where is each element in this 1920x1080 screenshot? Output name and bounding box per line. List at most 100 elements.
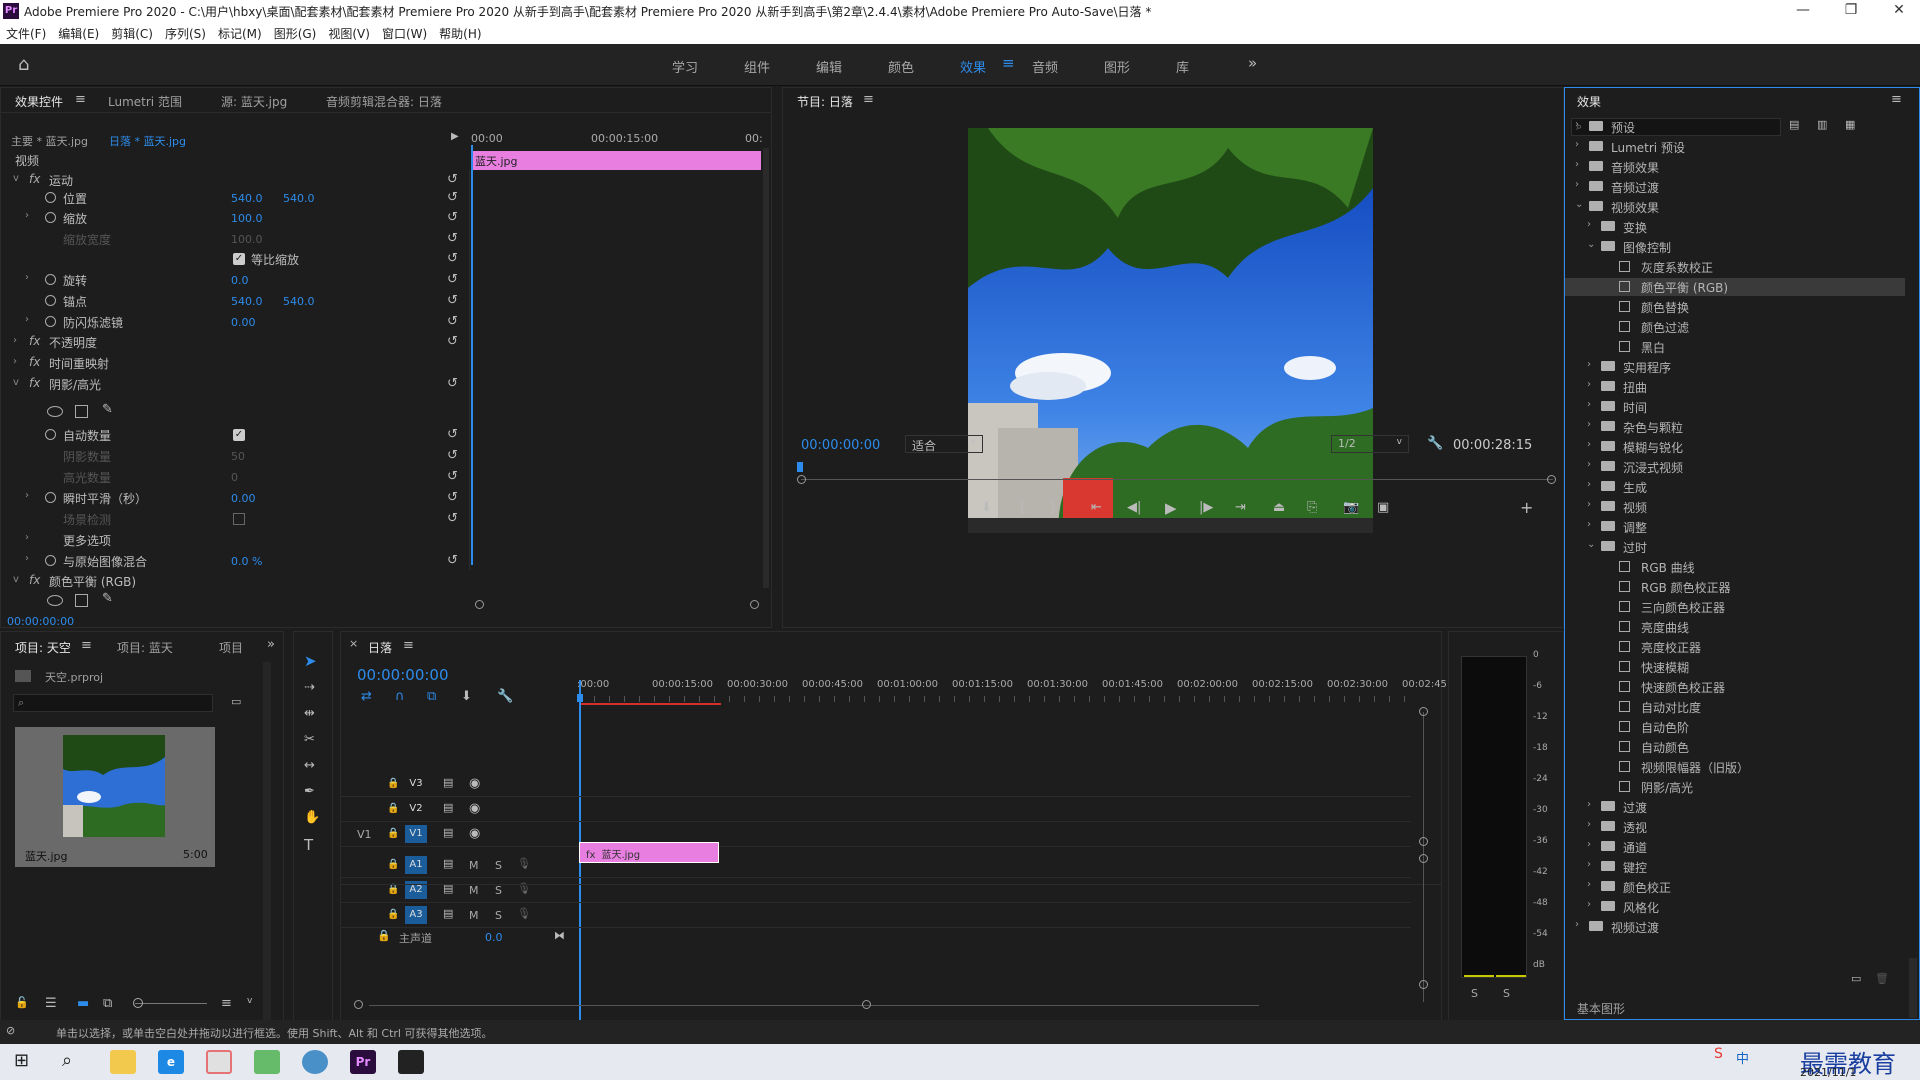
effects-folder[interactable]: › 变换	[1565, 218, 1905, 236]
position-x-value[interactable]: 540.0	[231, 192, 263, 205]
workspace-tab[interactable]: 音频	[1032, 57, 1058, 76]
project-scrollbar[interactable]	[263, 662, 271, 1022]
mark-out-icon[interactable]: }	[1049, 500, 1057, 515]
program-zoom-right[interactable]	[1547, 475, 1556, 484]
stopwatch-icon[interactable]	[45, 555, 56, 566]
disclosure-icon[interactable]: ›	[1575, 919, 1579, 930]
step-forward-icon[interactable]: |▶	[1199, 500, 1213, 515]
disclosure-icon[interactable]: ›	[1575, 139, 1579, 150]
mute-button[interactable]: M	[469, 859, 479, 872]
menu-item[interactable]: 文件(F)	[0, 22, 52, 42]
sync-lock-icon[interactable]: ▤	[443, 857, 453, 870]
effects-folder[interactable]: › 透视	[1565, 818, 1905, 836]
position-y-value[interactable]: 540.0	[283, 192, 315, 205]
stopwatch-icon[interactable]	[45, 492, 56, 503]
reset-icon[interactable]: ↺	[447, 210, 458, 225]
slip-tool-icon[interactable]: ↔	[304, 758, 315, 773]
lock-icon[interactable]: 🔒	[387, 803, 399, 814]
workspace-tab[interactable]: 组件	[744, 57, 770, 76]
go-to-in-icon[interactable]: ⇤	[1091, 500, 1102, 515]
disclosure-icon[interactable]: ⌄	[1587, 539, 1595, 550]
effects-folder[interactable]: › 键控	[1565, 858, 1905, 876]
reset-icon[interactable]: ↺	[447, 314, 458, 329]
more-workspaces-icon[interactable]: »	[1248, 54, 1257, 72]
effect-color-balance[interactable]: 颜色平衡 (RGB)	[49, 573, 136, 590]
stopwatch-icon[interactable]	[45, 429, 56, 440]
disclosure-icon[interactable]: ›	[1587, 459, 1591, 470]
add-marker-icon[interactable]: ⬇	[461, 689, 472, 704]
solo-button[interactable]: S	[495, 909, 502, 922]
disclosure-icon[interactable]: ›	[1587, 439, 1591, 450]
stopwatch-icon[interactable]	[45, 192, 56, 203]
uniform-scale-checkbox[interactable]: ✓	[233, 253, 245, 265]
eye-icon[interactable]: ◉	[469, 826, 480, 841]
disclosure-icon[interactable]: ›	[1587, 799, 1591, 810]
zoom-handle-right[interactable]	[750, 600, 759, 609]
disclosure-icon[interactable]: ›	[1587, 819, 1591, 830]
anchor-x-value[interactable]: 540.0	[231, 295, 263, 308]
sync-lock-icon[interactable]: ▤	[443, 776, 453, 789]
workspace-tab[interactable]: 颜色	[888, 57, 914, 76]
solo-left[interactable]: S	[1471, 987, 1478, 1000]
premiere-taskbar-icon[interactable]: Pr	[350, 1050, 376, 1074]
effects-folder[interactable]: › 风格化	[1565, 898, 1905, 916]
effect-item[interactable]: RGB 颜色校正器	[1565, 578, 1905, 596]
effect-item[interactable]: 自动色阶	[1565, 718, 1905, 736]
disclosure-icon[interactable]: ⌄	[1575, 199, 1583, 210]
effect-item[interactable]: 自动对比度	[1565, 698, 1905, 716]
timeline-timecode[interactable]: 00:00:00:00	[357, 666, 449, 684]
effects-folder[interactable]: › 通道	[1565, 838, 1905, 856]
workspace-menu-icon[interactable]: ≡	[1002, 54, 1015, 72]
effect-item[interactable]: RGB 曲线	[1565, 558, 1905, 576]
effects-folder[interactable]: › 视频过渡	[1565, 918, 1905, 936]
scene-detect-checkbox[interactable]	[233, 513, 245, 525]
sort-icon[interactable]: ≡	[221, 996, 232, 1011]
panel-menu-icon[interactable]: ≡	[75, 92, 86, 107]
add-marker-icon[interactable]: ⬇	[981, 500, 992, 515]
mic-icon[interactable]: 🎙	[517, 857, 531, 870]
essential-graphics-label[interactable]: 基本图形	[1577, 1000, 1625, 1017]
timeline-settings-icon[interactable]: 🔧	[497, 689, 513, 704]
effects-folder[interactable]: › 生成	[1565, 478, 1905, 496]
reset-icon[interactable]: ↺	[447, 334, 458, 349]
effect-item[interactable]: 颜色过滤	[1565, 318, 1905, 336]
temporal-value[interactable]: 0.00	[231, 492, 256, 505]
lock-icon[interactable]: 🔒	[387, 884, 399, 895]
disclosure-icon[interactable]: ›	[1587, 479, 1591, 490]
tab-timeline[interactable]: 日落	[368, 639, 392, 656]
freeform-view-icon[interactable]: ⧉	[103, 996, 112, 1011]
program-zoom-left[interactable]	[797, 475, 806, 484]
blend-value[interactable]: 0.0 %	[231, 555, 262, 568]
lock-icon[interactable]: 🔒	[377, 929, 391, 942]
tab-project[interactable]: 项目	[219, 639, 243, 656]
menu-item[interactable]: 剪辑(C)	[105, 22, 159, 42]
step-back-icon[interactable]: ◀|	[1127, 500, 1141, 515]
reset-icon[interactable]: ↺	[447, 190, 458, 205]
minimize-button[interactable]: —	[1788, 2, 1818, 18]
reset-icon[interactable]: ↺	[447, 553, 458, 568]
effect-shadow-highlight[interactable]: 阴影/高光	[49, 376, 101, 393]
play-only-icon[interactable]: ▶	[451, 131, 459, 142]
effects-folder[interactable]: ⌄ 视频效果	[1565, 198, 1905, 216]
timeline-zoom-left[interactable]	[354, 1000, 363, 1009]
rect-mask-icon[interactable]	[75, 594, 88, 607]
reset-icon[interactable]: ↺	[447, 293, 458, 308]
track-toggle[interactable]: A1	[405, 856, 427, 874]
lock-icon[interactable]: 🔒	[387, 909, 399, 920]
effects-folder[interactable]: › 视频	[1565, 498, 1905, 516]
effect-item[interactable]: 颜色替换	[1565, 298, 1905, 316]
edge-icon[interactable]: e	[158, 1050, 184, 1074]
track-toggle[interactable]: V3	[405, 775, 427, 793]
vscroll-handle[interactable]	[1419, 837, 1428, 846]
ime-logo-icon[interactable]: S	[1714, 1046, 1723, 1062]
zoom-handle-left[interactable]	[475, 600, 484, 609]
browser-icon[interactable]	[302, 1050, 328, 1074]
hand-tool-icon[interactable]: ✋	[304, 810, 320, 825]
effect-motion[interactable]: 运动	[49, 172, 73, 189]
nest-icon[interactable]: ⇄	[361, 689, 372, 704]
reset-icon[interactable]: ↺	[447, 231, 458, 246]
menu-item[interactable]: 编辑(E)	[52, 22, 105, 42]
zoom-slider[interactable]	[135, 1003, 207, 1004]
flicker-value[interactable]: 0.00	[231, 316, 256, 329]
go-to-out-icon[interactable]: ⇥	[1235, 500, 1246, 515]
